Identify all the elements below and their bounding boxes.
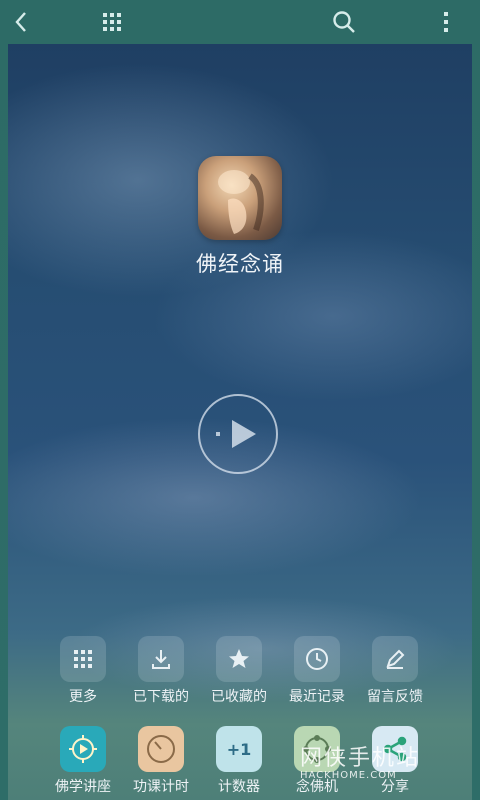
grid-menu-button[interactable] [96, 6, 128, 38]
grid-icon [103, 13, 121, 31]
downloaded-label: 已下载的 [133, 689, 189, 705]
favorites-label: 已收藏的 [211, 689, 267, 705]
feedback-label: 留言反馈 [367, 689, 423, 705]
downloaded-action[interactable]: 已下载的 [116, 636, 206, 706]
praying-figure-icon [218, 170, 264, 234]
feedback-tile [372, 636, 418, 682]
actions-row-1: 更多 已下载的 已收藏的 最近记录 留言反馈 [8, 636, 472, 710]
counter-action[interactable]: +1 计数器 [194, 726, 284, 796]
lecture-tile [60, 726, 106, 772]
overflow-menu-button[interactable] [430, 6, 462, 38]
timer-icon [147, 735, 175, 763]
recent-tile [294, 636, 340, 682]
clock-icon [306, 648, 328, 670]
dharma-play-icon [69, 735, 97, 763]
star-icon [229, 649, 249, 668]
search-button[interactable] [328, 6, 360, 38]
search-icon [333, 11, 355, 33]
app-title: 佛经念诵 [196, 252, 284, 276]
more-vertical-icon [444, 12, 448, 32]
downloaded-tile [138, 636, 184, 682]
app-logo [198, 156, 282, 240]
counter-tile: +1 [216, 726, 262, 772]
play-icon [216, 420, 256, 448]
favorites-tile [216, 636, 262, 682]
lecture-label: 佛学讲座 [55, 779, 111, 795]
grid-icon [74, 650, 92, 668]
watermark-url: HACKHOME.COM [300, 770, 397, 781]
more-tile [60, 636, 106, 682]
timer-tile [138, 726, 184, 772]
watermark-text: 网侠手机站 [300, 746, 421, 771]
watermark: 网侠手机站 HACKHOME.COM [300, 740, 480, 790]
recent-label: 最近记录 [289, 689, 345, 705]
timer-label: 功课计时 [133, 779, 189, 795]
recent-action[interactable]: 最近记录 [272, 636, 362, 706]
timer-action[interactable]: 功课计时 [116, 726, 206, 796]
back-arrow-icon [15, 12, 26, 32]
back-button[interactable] [6, 6, 38, 38]
counter-label: 计数器 [218, 779, 260, 795]
more-action[interactable]: 更多 [38, 636, 128, 706]
download-icon [152, 650, 170, 669]
play-button[interactable] [198, 394, 278, 474]
more-label: 更多 [69, 689, 97, 705]
favorites-action[interactable]: 已收藏的 [194, 636, 284, 706]
feedback-action[interactable]: 留言反馈 [350, 636, 440, 706]
lecture-action[interactable]: 佛学讲座 [38, 726, 128, 796]
counter-icon: +1 [226, 739, 252, 759]
top-toolbar [0, 0, 480, 44]
pencil-icon [386, 649, 405, 669]
